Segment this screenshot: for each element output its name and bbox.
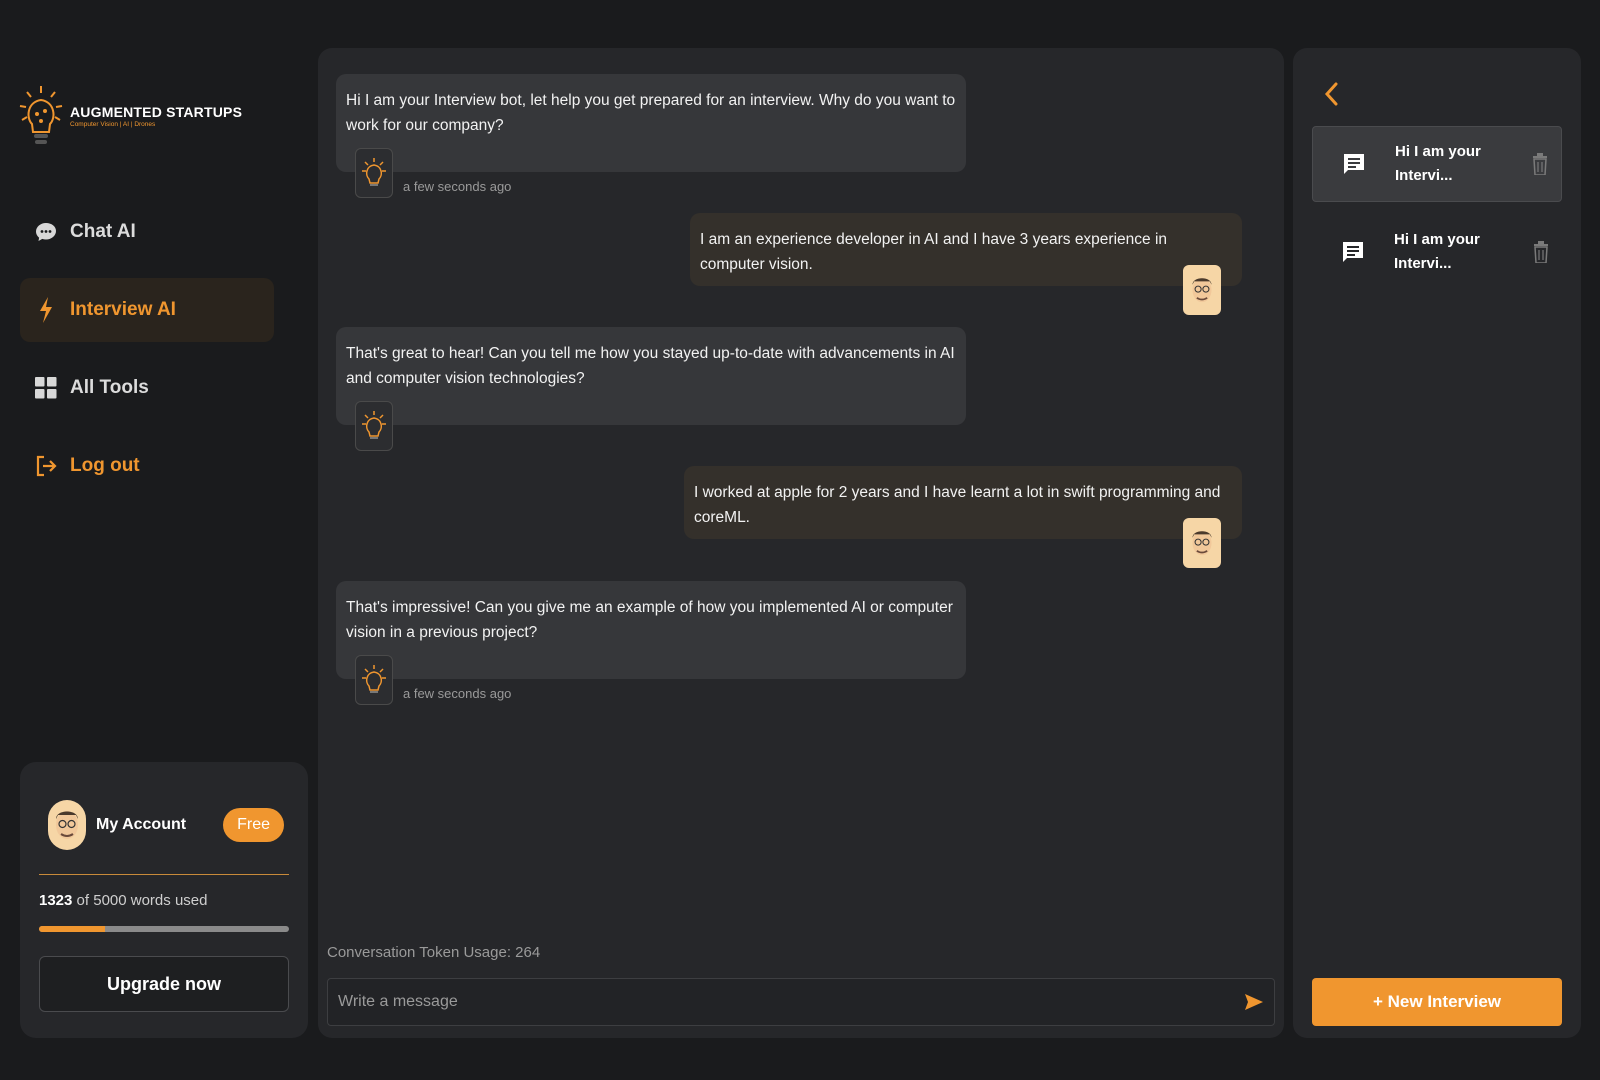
- bot-avatar: [355, 655, 393, 705]
- nav-label: Log out: [70, 455, 140, 476]
- delete-button[interactable]: [1529, 153, 1551, 175]
- bot-avatar: [355, 148, 393, 198]
- trash-icon: [1533, 153, 1547, 175]
- user-message: I worked at apple for 2 years and I have…: [684, 466, 1242, 539]
- bot-avatar: [355, 401, 393, 451]
- user-message: I am an experience developer in AI and I…: [690, 213, 1242, 286]
- send-icon: [1245, 994, 1263, 1010]
- brand-tagline: Computer Vision | AI | Drones: [70, 121, 156, 128]
- avatar[interactable]: [48, 800, 86, 850]
- divider: [39, 874, 289, 875]
- history-item-title: Hi I am your Intervi...: [1395, 143, 1481, 184]
- lightbulb-icon: [362, 665, 386, 693]
- nav-label: Chat AI: [70, 221, 136, 242]
- user-avatar-icon: [1192, 277, 1212, 303]
- word-usage-progress: [39, 926, 289, 932]
- word-usage-progress-fill: [39, 926, 106, 932]
- lightbulb-logo-icon: [19, 86, 63, 144]
- brand-logo[interactable]: AUGMENTED STARTUPS Computer Vision | AI …: [18, 84, 242, 148]
- words-used-suffix: of 5000 words used: [76, 892, 208, 909]
- nav-label: All Tools: [70, 377, 149, 398]
- message-timestamp: a few seconds ago: [403, 686, 512, 701]
- message-text: Hi I am your Interview bot, let help you…: [346, 92, 956, 134]
- upgrade-button[interactable]: Upgrade now: [39, 956, 289, 1012]
- user-avatar: [1183, 265, 1221, 315]
- message-text: I am an experience developer in AI and I…: [700, 231, 1168, 273]
- bot-message: Hi I am your Interview bot, let help you…: [336, 74, 966, 172]
- chat-bubble-icon: [34, 220, 58, 244]
- words-used-count: 1323: [39, 892, 73, 909]
- sidebar: AUGMENTED STARTUPS Computer Vision | AI …: [0, 0, 310, 1080]
- nav-item-chat-ai[interactable]: Chat AI: [20, 200, 274, 264]
- message-text: That's great to hear! Can you tell me ho…: [346, 345, 955, 387]
- user-avatar: [1183, 518, 1221, 568]
- account-card: My Account Free 1323 of 5000 words used …: [20, 762, 308, 1038]
- brand-name: AUGMENTED STARTUPS: [70, 104, 243, 120]
- nav-item-log-out[interactable]: Log out: [20, 434, 274, 498]
- interview-history-panel: Hi I am your Intervi... Hi I am your Int…: [1293, 48, 1581, 1038]
- nav-label: Interview AI: [70, 299, 176, 320]
- account-name[interactable]: My Account: [96, 816, 223, 834]
- grid-icon: [34, 376, 58, 400]
- user-avatar-icon: [1192, 530, 1212, 556]
- trash-icon: [1534, 241, 1548, 263]
- message-text: That's impressive! Can you give me an ex…: [346, 599, 953, 641]
- word-usage-text: 1323 of 5000 words used: [39, 892, 207, 909]
- history-item-title: Hi I am your Intervi...: [1394, 231, 1480, 272]
- message-input-box: [327, 978, 1275, 1026]
- history-item[interactable]: Hi I am your Intervi...: [1312, 214, 1562, 290]
- token-usage: Conversation Token Usage: 264: [327, 944, 541, 961]
- plan-badge: Free: [223, 808, 284, 842]
- message-timestamp: a few seconds ago: [403, 179, 512, 194]
- chat-panel: Hi I am your Interview bot, let help you…: [318, 48, 1284, 1038]
- bot-message: That's great to hear! Can you tell me ho…: [336, 327, 966, 425]
- chevron-left-icon: [1324, 82, 1338, 106]
- collapse-button[interactable]: [1319, 78, 1343, 110]
- nav-item-all-tools[interactable]: All Tools: [20, 356, 274, 420]
- user-avatar-icon: [56, 811, 78, 839]
- history-item[interactable]: Hi I am your Intervi...: [1312, 126, 1562, 202]
- bot-message: That's impressive! Can you give me an ex…: [336, 581, 966, 679]
- lightbulb-icon: [362, 411, 386, 439]
- lightbulb-icon: [362, 158, 386, 186]
- main-nav: Chat AI Interview AI All Tools Log out: [20, 200, 274, 512]
- nav-item-interview-ai[interactable]: Interview AI: [20, 278, 274, 342]
- delete-button[interactable]: [1530, 241, 1552, 263]
- lightning-icon: [34, 297, 58, 323]
- message-icon: [1341, 152, 1367, 176]
- message-text: I worked at apple for 2 years and I have…: [694, 484, 1221, 526]
- message-icon: [1340, 240, 1366, 264]
- logout-icon: [34, 454, 58, 478]
- message-input[interactable]: [328, 993, 1234, 1011]
- new-interview-button[interactable]: + New Interview: [1312, 978, 1562, 1026]
- send-button[interactable]: [1234, 982, 1274, 1022]
